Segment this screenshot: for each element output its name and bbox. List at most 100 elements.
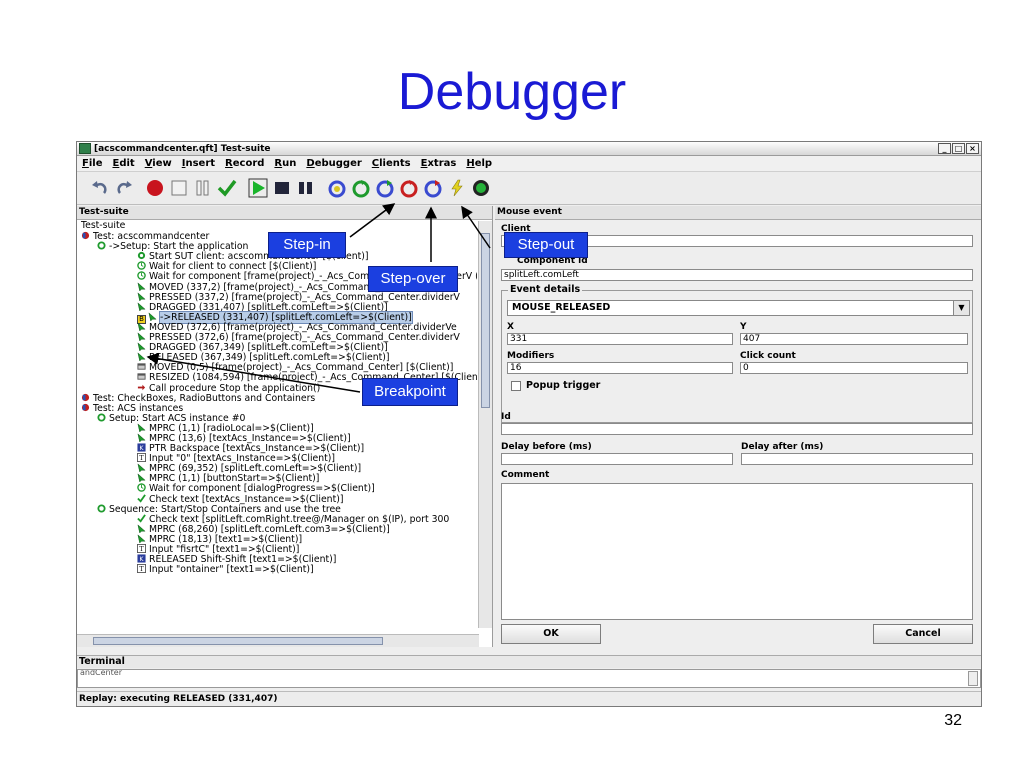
play-icon[interactable]: [247, 177, 269, 199]
undo-icon[interactable]: [89, 177, 111, 199]
tree-item[interactable]: MOVED (372,6) [frame(project)_-_Acs_Comm…: [77, 322, 477, 332]
tree-item[interactable]: DRAGGED (331,407) [splitLeft.comLeft=>$(…: [77, 302, 477, 312]
window-titlebar[interactable]: [acscommandcenter.qft] Test-suite _ □ ×: [77, 142, 981, 156]
tree-item[interactable]: MPRC (1,1) [buttonStart=>$(Client)]: [77, 473, 477, 484]
check-icon[interactable]: [216, 177, 238, 199]
tree-item[interactable]: Setup: Start ACS instance #0: [77, 413, 477, 423]
delay-after-field[interactable]: [741, 453, 973, 465]
tree-horizontal-thumb[interactable]: [93, 637, 383, 645]
text-icon: T: [137, 564, 146, 574]
continue-icon[interactable]: [398, 177, 420, 199]
delay-before-label: Delay before (ms): [501, 442, 592, 452]
menu-clients[interactable]: Clients: [367, 158, 416, 169]
tree-item[interactable]: PRESSED (337,2) [frame(project)_-_Acs_Co…: [77, 291, 477, 302]
tree-item[interactable]: B ->RELEASED (331,407) [splitLeft.comLeft…: [77, 310, 477, 324]
tree-item[interactable]: Check text [splitLeft.comRight.tree@/Man…: [77, 514, 477, 524]
terminal-scrollbar[interactable]: [968, 671, 978, 686]
x-field[interactable]: 331: [507, 333, 733, 345]
text-icon: T: [137, 544, 146, 553]
delay-before-field[interactable]: [501, 453, 733, 465]
tree-horizontal-scrollbar[interactable]: [77, 634, 479, 647]
tree-item-label: Test-suite: [81, 221, 126, 231]
pause-record-icon[interactable]: [192, 177, 214, 199]
lightning-icon[interactable]: [446, 177, 468, 199]
chevron-down-icon[interactable]: ▼: [953, 301, 969, 315]
window-controls: _ □ ×: [938, 143, 979, 154]
toolbar: [77, 172, 981, 205]
mouse-icon: [137, 534, 146, 543]
mouse-event-pane: Mouse event Client Component id splitLef…: [495, 206, 981, 647]
comment-label: Comment: [501, 470, 550, 480]
y-label: Y: [740, 322, 747, 332]
test-suite-header: Test-suite: [77, 206, 492, 220]
tree-item[interactable]: MPRC (68,260) [splitLeft.comLeft.com3=>$…: [77, 524, 477, 534]
terminal-output[interactable]: andCenter: [77, 669, 981, 688]
check-icon: [137, 493, 146, 503]
tree-item[interactable]: DRAGGED (367,349) [splitLeft.comLeft=>$(…: [77, 342, 477, 353]
modifiers-field[interactable]: 16: [507, 362, 733, 374]
tree-item[interactable]: MPRC (13,6) [textAcs_Instance=>$(Client)…: [77, 433, 477, 443]
step-over-icon[interactable]: [350, 177, 372, 199]
stop-icon[interactable]: [271, 177, 293, 199]
tree-item[interactable]: K RELEASED Shift-Shift [text1=>$(Client)]: [77, 554, 477, 565]
tree-item[interactable]: MPRC (18,13) [text1=>$(Client)]: [77, 534, 477, 544]
skip-icon[interactable]: [422, 177, 444, 199]
stop-record-icon[interactable]: [168, 177, 190, 199]
checkbox-box[interactable]: [511, 380, 521, 391]
tree-item[interactable]: Test-suite: [77, 221, 477, 231]
menu-debugger[interactable]: Debugger: [301, 158, 366, 169]
tree-item[interactable]: Wait for component [dialogProgress=>$(Cl…: [77, 483, 477, 494]
tree-item[interactable]: MOVED (0,5) [frame(project)_-_Acs_Comman…: [77, 362, 477, 373]
menu-run[interactable]: Run: [269, 158, 301, 169]
maximize-button[interactable]: □: [952, 143, 965, 154]
event-type-select[interactable]: MOUSE_RELEASED ▼: [507, 300, 970, 316]
y-field[interactable]: 407: [740, 333, 968, 345]
slide-number: 32: [944, 712, 962, 729]
modifiers-label: Modifiers: [507, 351, 555, 361]
popup-trigger-checkbox[interactable]: Popup trigger: [511, 380, 600, 391]
test-icon: [81, 231, 90, 240]
wait-icon: [137, 271, 146, 281]
breakpoint-callout: Breakpoint: [362, 378, 458, 406]
popup-trigger-label: Popup trigger: [526, 380, 601, 391]
tree-item[interactable]: RELEASED (367,349) [splitLeft.comLeft=>$…: [77, 352, 477, 363]
tree-item[interactable]: Check text [textAcs_Instance=>$(Client)]: [77, 493, 477, 504]
click-count-field[interactable]: 0: [740, 362, 968, 374]
menu-file[interactable]: File: [77, 158, 107, 169]
ok-button[interactable]: OK: [501, 624, 601, 644]
tree-item[interactable]: T Input "fisrtC" [text1=>$(Client)]: [77, 544, 477, 555]
menu-extras[interactable]: Extras: [416, 158, 462, 169]
tree-vertical-thumb[interactable]: [481, 233, 490, 408]
tree-item[interactable]: T Input "0" [textAcs_Instance=>$(Client)]: [77, 453, 477, 464]
pause-icon[interactable]: [295, 177, 317, 199]
mouse-icon: [137, 423, 146, 432]
text-icon: T: [137, 453, 146, 463]
status-bar: Replay: executing RELEASED (331,407): [77, 691, 981, 706]
cancel-button[interactable]: Cancel: [873, 624, 973, 644]
mouse-icon: [137, 463, 146, 473]
tree-item[interactable]: PRESSED (372,6) [frame(project)_-_Acs_Co…: [77, 332, 477, 343]
step-out-icon[interactable]: [374, 177, 396, 199]
delay-after-label: Delay after (ms): [741, 442, 824, 452]
menu-insert[interactable]: Insert: [177, 158, 220, 169]
close-button[interactable]: ×: [966, 143, 979, 154]
event-details-group: Event details MOUSE_RELEASED ▼ X 331 Y 4…: [501, 284, 973, 423]
step-in-icon[interactable]: [326, 177, 348, 199]
component-id-field[interactable]: splitLeft.comLeft: [501, 269, 973, 281]
tree-item[interactable]: T Input "ontainer" [text1=>$(Client)]: [77, 564, 477, 575]
tree-item[interactable]: Sequence: Start/Stop Containers and use …: [77, 504, 477, 514]
redo-icon[interactable]: [113, 177, 135, 199]
minimize-button[interactable]: _: [938, 143, 951, 154]
menu-record[interactable]: Record: [220, 158, 269, 169]
tree-item[interactable]: MPRC (69,352) [splitLeft.comLeft=>$(Clie…: [77, 463, 477, 474]
id-field[interactable]: [501, 423, 973, 435]
tree-item[interactable]: K PTR Backspace [textAcs_Instance=>$(Clie…: [77, 443, 477, 454]
tree-item[interactable]: MPRC (1,1) [radioLocal=>$(Client)]: [77, 423, 477, 433]
menu-edit[interactable]: Edit: [107, 158, 139, 169]
tree-vertical-scrollbar[interactable]: [478, 221, 492, 628]
record-icon[interactable]: [144, 177, 166, 199]
breakpoint-icon[interactable]: [470, 177, 492, 199]
menu-view[interactable]: View: [140, 158, 177, 169]
comment-textarea[interactable]: [501, 483, 973, 620]
menu-help[interactable]: Help: [461, 158, 497, 169]
